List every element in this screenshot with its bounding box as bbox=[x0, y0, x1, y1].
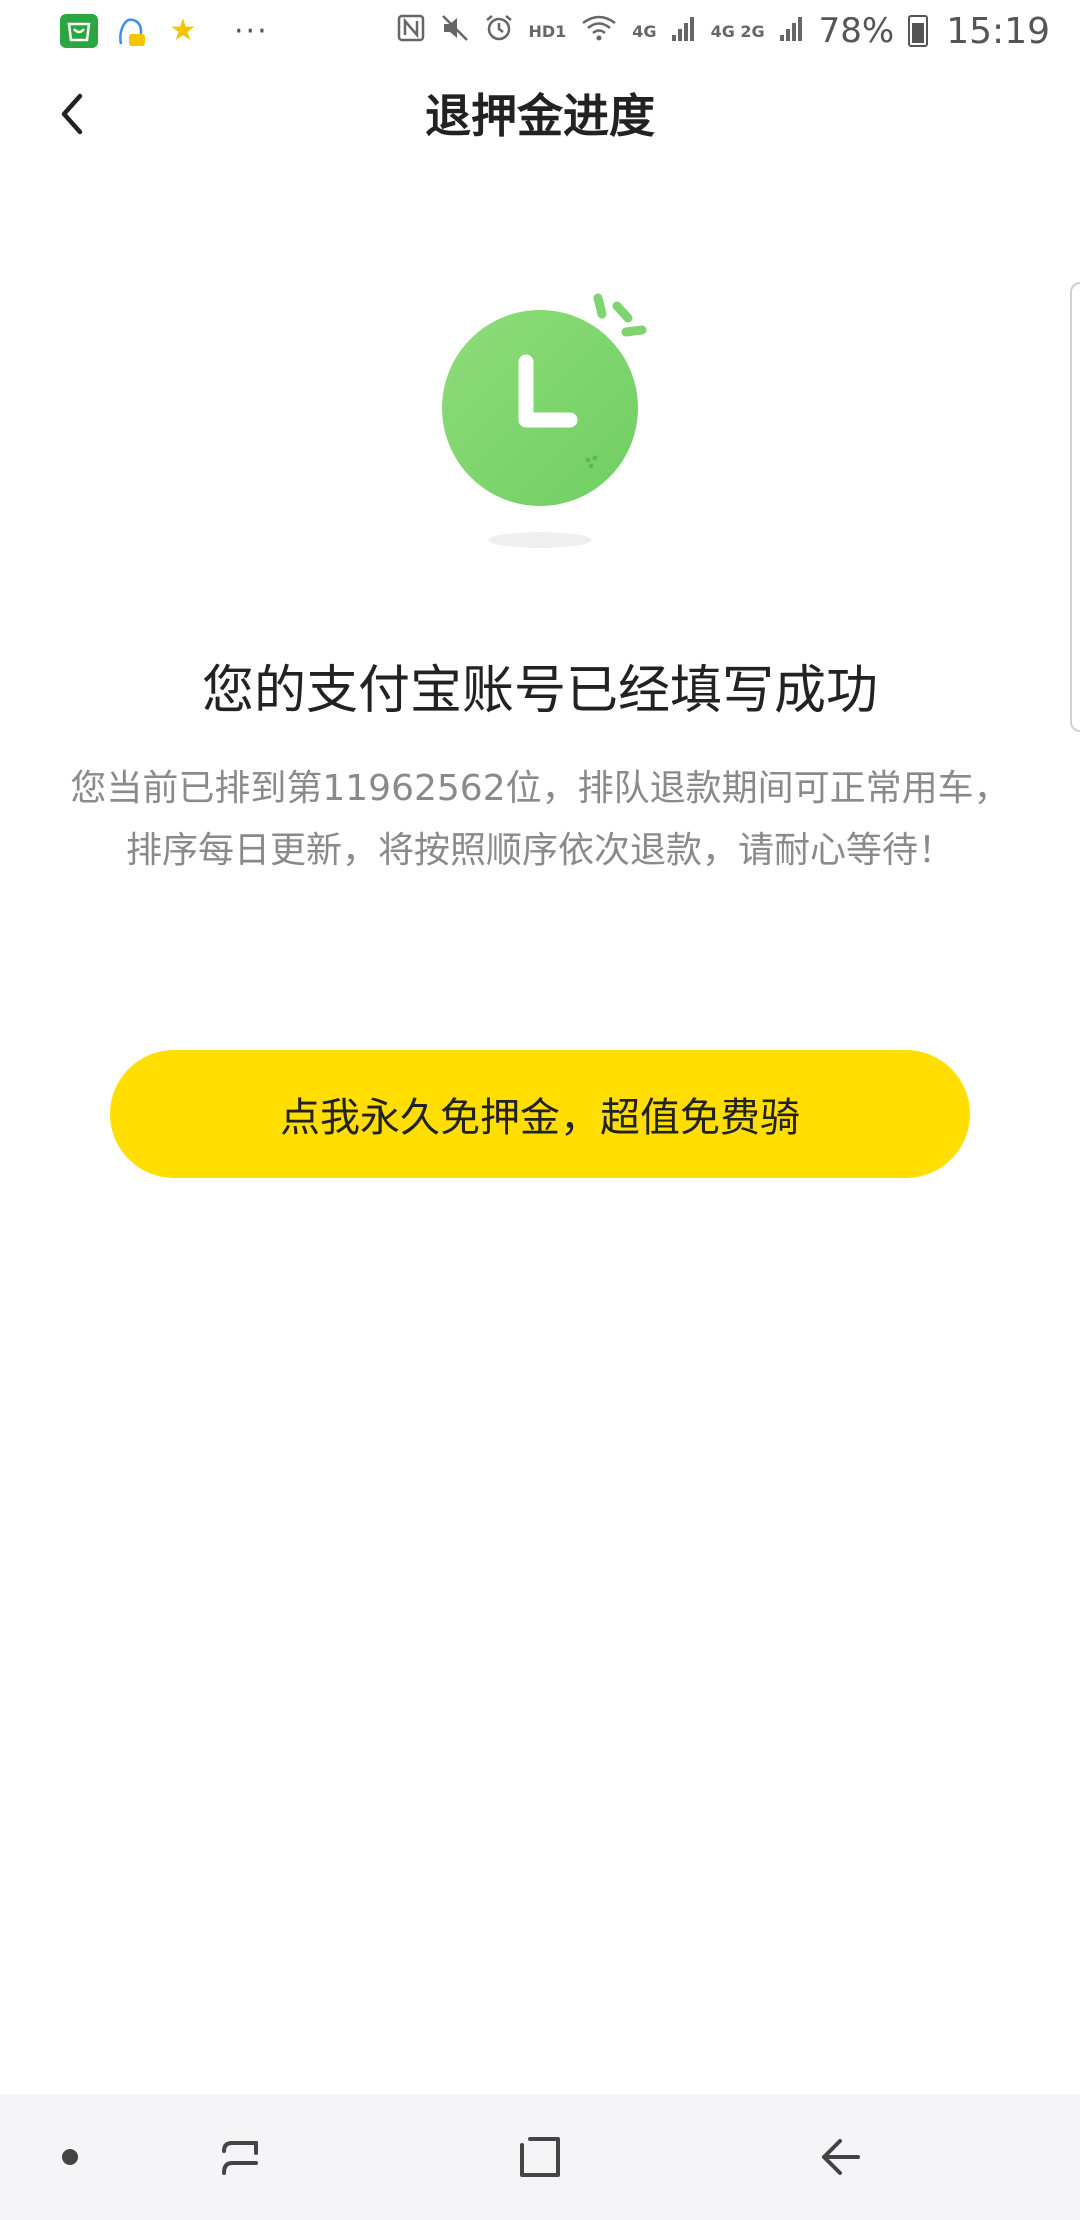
nav-back-button[interactable] bbox=[800, 2094, 880, 2220]
nav-dot-button[interactable] bbox=[40, 2094, 100, 2220]
screen: ★ ··· HD1 4G 4G 2G 78% 15:19 退押金进度 您的支付宝… bbox=[0, 0, 1080, 2220]
success-title: 您的支付宝账号已经填写成功 bbox=[201, 661, 878, 721]
status-bar: ★ ··· HD1 4G 4G 2G 78% 15:19 bbox=[0, 0, 1080, 62]
battery-percent: 78% bbox=[818, 11, 895, 51]
status-time: 15:19 bbox=[946, 10, 1050, 52]
home-button[interactable] bbox=[500, 2094, 580, 2220]
battery-icon bbox=[908, 15, 929, 47]
hd-label: HD1 bbox=[528, 21, 567, 41]
nfc-icon bbox=[396, 13, 426, 50]
recent-apps-icon bbox=[222, 2141, 258, 2175]
dot-icon bbox=[62, 2149, 78, 2165]
signal-icon-2 bbox=[779, 13, 805, 50]
app-store-icon bbox=[60, 14, 98, 48]
clock-illustration bbox=[430, 280, 670, 560]
queue-description: 您当前已排到第11962562位，排队退款期间可正常用车，排序每日更新，将按照顺… bbox=[70, 768, 1010, 871]
edge-panel-handle[interactable] bbox=[1070, 282, 1080, 732]
recent-apps-button[interactable] bbox=[200, 2094, 280, 2220]
status-left: ★ ··· bbox=[60, 14, 269, 49]
clock-icon bbox=[442, 293, 647, 548]
free-deposit-button[interactable]: 点我永久免押金，超值免费骑 bbox=[110, 1050, 970, 1178]
header: 退押金进度 bbox=[0, 62, 1080, 162]
alarm-icon bbox=[484, 13, 514, 50]
status-right: HD1 4G 4G 2G 78% 15:19 bbox=[396, 11, 1050, 52]
back-icon bbox=[822, 2139, 860, 2175]
qq-icon bbox=[112, 14, 150, 48]
more-dots-icon: ··· bbox=[234, 13, 269, 49]
navigation-bar bbox=[0, 2094, 1080, 2220]
network-4g2g-label: 4G 2G bbox=[710, 21, 765, 41]
mute-icon bbox=[440, 13, 470, 50]
star-icon: ★ bbox=[169, 13, 197, 48]
wifi-icon bbox=[580, 13, 618, 50]
home-icon bbox=[520, 2137, 560, 2177]
page-title: 退押金进度 bbox=[425, 89, 655, 143]
network-4g-label: 4G bbox=[632, 21, 657, 41]
signal-icon bbox=[671, 13, 697, 50]
